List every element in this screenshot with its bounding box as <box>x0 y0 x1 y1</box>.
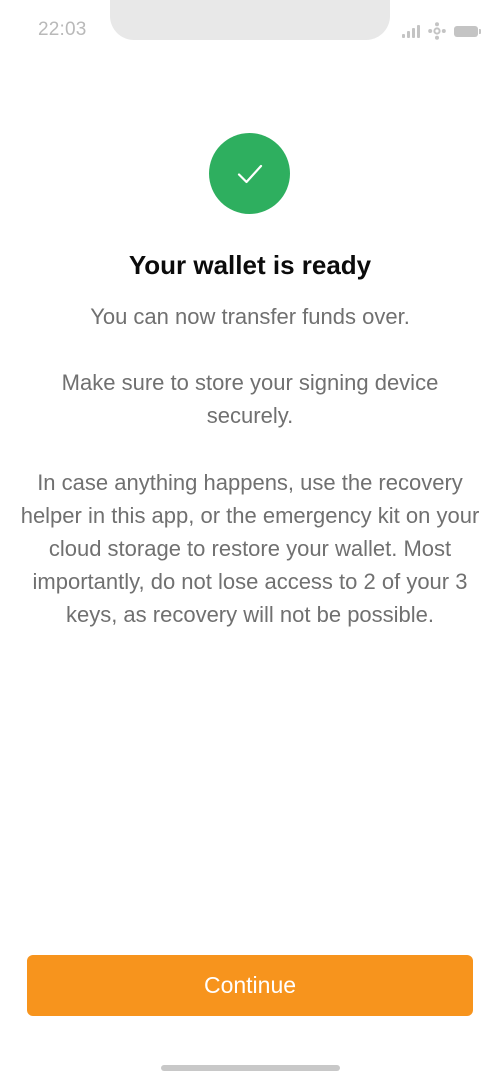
home-indicator[interactable] <box>161 1065 340 1071</box>
recovery-info-text: In case anything happens, use the recove… <box>20 470 480 627</box>
checkmark-icon <box>237 164 262 183</box>
continue-button[interactable]: Continue <box>27 955 473 1016</box>
success-badge <box>209 133 290 214</box>
page-title: Your wallet is ready <box>128 250 372 280</box>
status-icons <box>402 22 481 40</box>
connectivity-icon <box>428 22 446 40</box>
status-time: 22:03 <box>38 19 87 40</box>
battery-icon <box>454 25 481 37</box>
status-bar: 22:03 <box>0 0 500 60</box>
signal-icon <box>402 24 420 38</box>
store-device-text: Make sure to store your signing device s… <box>61 370 439 428</box>
device-notch <box>110 0 390 40</box>
transfer-funds-text: You can now transfer funds over. <box>90 304 410 329</box>
